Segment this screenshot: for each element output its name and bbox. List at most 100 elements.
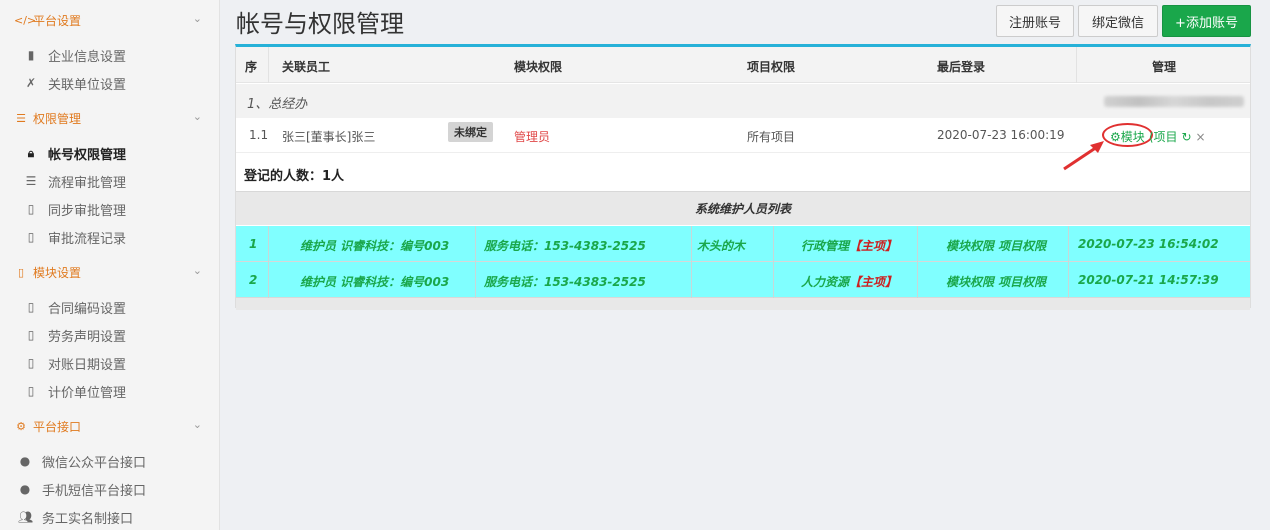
add-account-button[interactable]: +添加账号 [1162, 5, 1251, 37]
row-employee: 张三[董事长]张三 [282, 130, 376, 144]
sidebar-item-label: 帐号权限管理 [48, 147, 127, 163]
col-header-last-login: 最后登录 [937, 60, 986, 74]
col-header-module-perm: 模块权限 [514, 60, 563, 74]
document-icon: ▯ [27, 230, 35, 244]
maint-time: 2020-07-23 16:54:02 [1078, 237, 1219, 251]
sidebar-item-labor-statement[interactable]: ▯ 劳务声明设置 [0, 322, 220, 348]
sidebar-item-related[interactable]: ✗ 关联单位设置 [0, 70, 220, 96]
sidebar-section-modules[interactable]: ▯ 模块设置 ⌄ [0, 259, 220, 285]
table-row: 1.1 张三[董事长]张三 未绑定 管理员 所有项目 2020-07-23 16… [236, 119, 1250, 171]
section-label: 平台接口 [33, 419, 82, 434]
chevron-down-icon[interactable]: ⌄ [193, 418, 202, 431]
sidebar-item-label: 计价单位管理 [48, 385, 127, 401]
sidebar: </> 平台设置 ⌄ ▮ 企业信息设置 ✗ 关联单位设置 ☰ 权限管理 ⌄ 🔒︎… [0, 0, 220, 530]
sidebar-item-label: 关联单位设置 [48, 77, 127, 93]
sidebar-item-wechat[interactable]: ● 微信公众平台接口 [0, 448, 220, 474]
bind-wechat-button[interactable]: 绑定微信 [1078, 5, 1158, 37]
document-icon: ▯ [17, 265, 25, 279]
register-account-button[interactable]: 注册账号 [996, 5, 1074, 37]
section-label: 平台设置 [33, 13, 82, 28]
chevron-down-icon[interactable]: ⌄ [193, 12, 202, 25]
wechat-icon: ● [19, 482, 31, 496]
unbound-badge: 未绑定 [448, 122, 493, 142]
maintenance-row: 1 维护员 识睿科技：编号003 服务电话：153-4383-2525 木头的木… [236, 226, 1250, 262]
row-actions: ⚙模块 ⟨项目 ↻ × [1110, 128, 1206, 145]
lock-icon: 🔒︎ [27, 145, 35, 160]
group-label: 1、总经办 [247, 97, 308, 112]
sidebar-item-label: 对账日期设置 [48, 357, 127, 373]
annotation-arrow [1063, 141, 1104, 171]
sidebar-item-pricing-unit[interactable]: ▯ 计价单位管理 [0, 378, 220, 404]
users-icon: 👥︎ [18, 510, 34, 524]
section-label: 权限管理 [33, 111, 82, 126]
row-project-perm: 所有项目 [747, 130, 796, 144]
maintenance-footer [236, 298, 1250, 310]
maint-perms[interactable]: 模块权限 项目权限 [946, 237, 1046, 254]
maint-perms[interactable]: 模块权限 项目权限 [946, 273, 1046, 290]
sidebar-item-label: 手机短信平台接口 [42, 483, 147, 499]
maint-index: 1 [249, 237, 258, 251]
sidebar-item-account-permissions[interactable]: 🔒︎ 帐号权限管理 [0, 140, 220, 166]
sidebar-item-approval-records[interactable]: ▯ 审批流程记录 [0, 224, 220, 250]
maint-role: 维护员 识睿科技：编号003 [300, 275, 450, 289]
maint-time: 2020-07-21 14:57:39 [1078, 273, 1219, 287]
list-icon: ☰ [25, 174, 37, 188]
sidebar-item-sms[interactable]: ● 手机短信平台接口 [0, 476, 220, 502]
col-header-index: 序 [245, 60, 258, 74]
maintenance-row: 2 维护员 识睿科技：编号003 服务电话：153-4383-2525 人力资源… [236, 262, 1250, 298]
chevron-down-icon[interactable]: ⌄ [193, 110, 202, 123]
registered-count: 登记的人数：1人 [244, 169, 345, 184]
sidebar-item-realname[interactable]: 👥︎ 务工实名制接口 [0, 504, 220, 530]
maint-dept: 人力资源【主项】 [801, 275, 898, 289]
refresh-icon[interactable]: ↻ [1181, 130, 1191, 144]
code-icon: </> [14, 13, 37, 27]
col-header-manage: 管理 [1152, 60, 1177, 74]
row-module-perm[interactable]: 管理员 [514, 128, 550, 145]
sidebar-item-label: 务工实名制接口 [42, 511, 134, 527]
maint-role: 维护员 识睿科技：编号003 [300, 239, 450, 253]
col-header-project-perm: 项目权限 [747, 60, 796, 74]
close-icon[interactable]: × [1196, 130, 1206, 144]
section-label: 模块设置 [33, 265, 82, 280]
project-action[interactable]: ⟨项目 [1149, 128, 1178, 145]
page-title: 帐号与权限管理 [236, 10, 404, 38]
sidebar-item-contract-code[interactable]: ▯ 合同编码设置 [0, 294, 220, 320]
maint-phone: 服务电话：153-4383-2525 [484, 275, 646, 289]
wechat-icon: ● [19, 454, 31, 468]
document-icon: ▮ [27, 48, 35, 62]
sidebar-section-permissions[interactable]: ☰ 权限管理 ⌄ [0, 105, 220, 131]
chevron-down-icon[interactable]: ⌄ [193, 264, 202, 277]
document-icon: ▯ [27, 384, 35, 398]
document-icon: ▯ [27, 328, 35, 342]
link-icon: ✗ [25, 76, 37, 90]
maintenance-title: 系统维护人员列表 [236, 191, 1250, 225]
sidebar-section-platform[interactable]: </> 平台设置 ⌄ [0, 7, 220, 33]
row-last-login: 2020-07-23 16:00:19 [937, 128, 1065, 142]
sidebar-item-label: 流程审批管理 [48, 175, 127, 191]
blurred-text [1104, 96, 1244, 107]
sidebar-item-sync-approval[interactable]: ▯ 同步审批管理 [0, 196, 220, 222]
row-index: 1.1 [249, 128, 269, 142]
sidebar-item-label: 合同编码设置 [48, 301, 127, 317]
maint-name: 木头的木 [697, 239, 746, 253]
list-icon: ☰ [16, 111, 26, 125]
sidebar-item-label: 同步审批管理 [48, 203, 127, 219]
maint-index: 2 [249, 273, 258, 287]
sidebar-item-label: 微信公众平台接口 [42, 455, 147, 471]
gear-icon: ⚙ [16, 419, 26, 433]
accounts-panel: 序 关联员工 模块权限 项目权限 最后登录 管理 1、总经办 1.1 张三[董事… [235, 44, 1251, 310]
group-row: 1、总经办 [236, 84, 1250, 118]
sidebar-item-label: 审批流程记录 [48, 231, 127, 247]
sidebar-item-company[interactable]: ▮ 企业信息设置 [0, 42, 220, 68]
sidebar-item-label: 劳务声明设置 [48, 329, 127, 345]
sidebar-section-interfaces[interactable]: ⚙ 平台接口 ⌄ [0, 413, 220, 439]
sidebar-item-reconcile-date[interactable]: ▯ 对账日期设置 [0, 350, 220, 376]
col-header-employee: 关联员工 [282, 60, 331, 74]
document-icon: ▯ [27, 202, 35, 216]
maint-dept: 行政管理【主项】 [801, 239, 898, 253]
table-header: 序 关联员工 模块权限 项目权限 最后登录 管理 [236, 47, 1250, 83]
document-icon: ▯ [27, 300, 35, 314]
maint-phone: 服务电话：153-4383-2525 [484, 239, 646, 253]
sidebar-item-label: 企业信息设置 [48, 49, 127, 65]
sidebar-item-process-approval[interactable]: ☰ 流程审批管理 [0, 168, 220, 194]
